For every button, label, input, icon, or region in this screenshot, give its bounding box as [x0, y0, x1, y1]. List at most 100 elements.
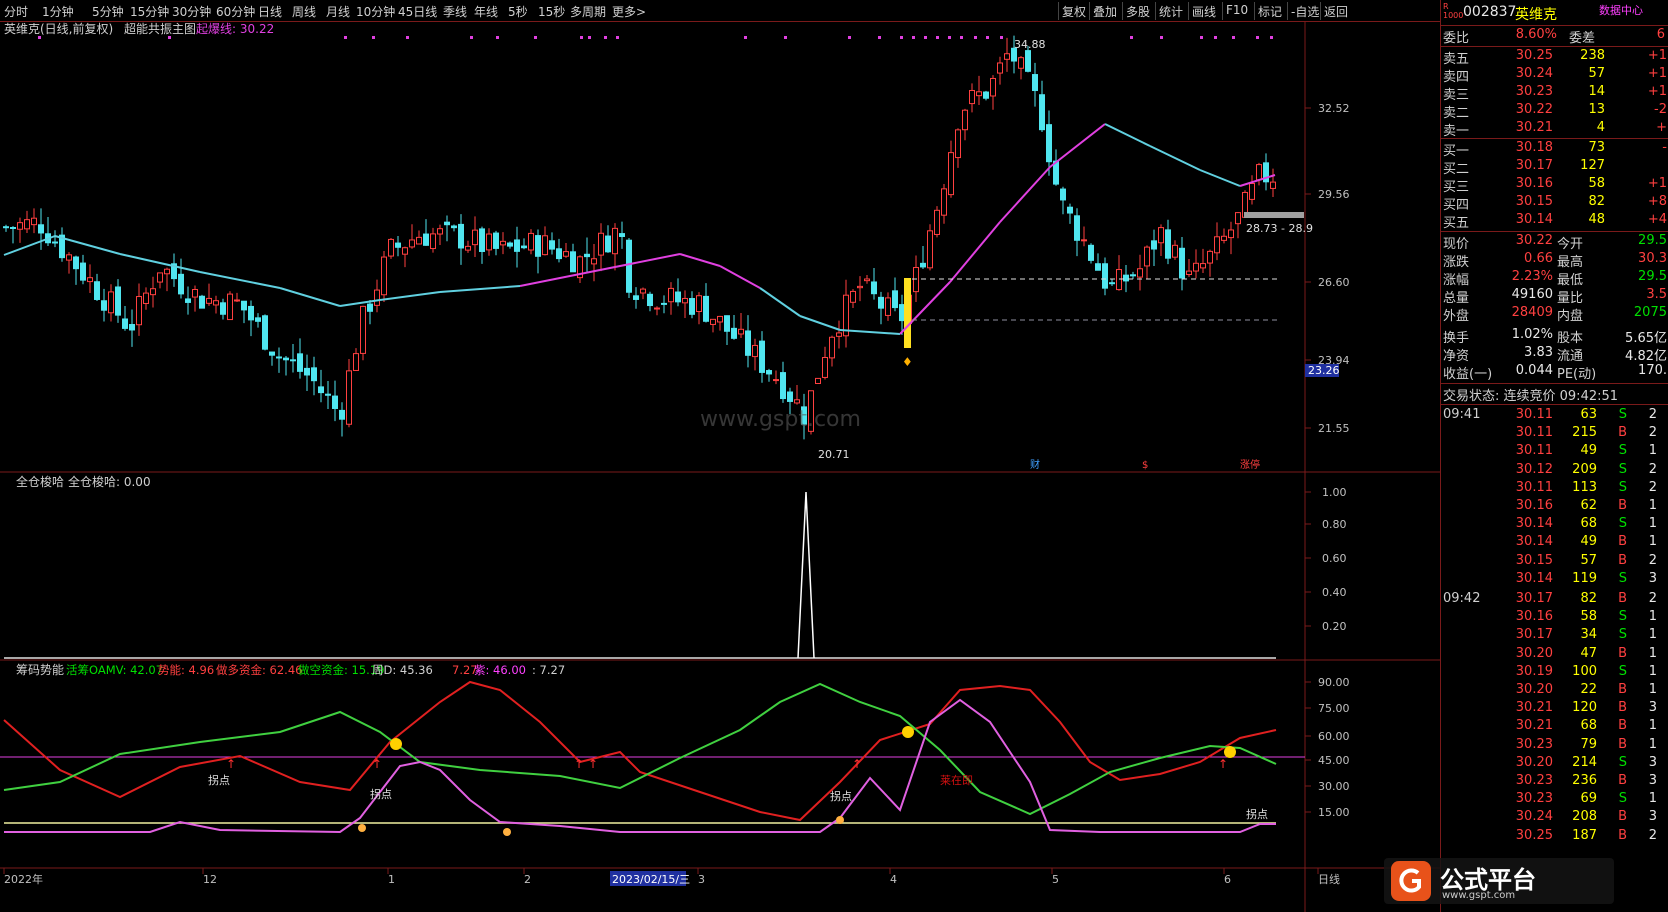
candle-body: [101, 300, 107, 311]
signal-dot: [588, 36, 591, 39]
stat-label: 净资: [1443, 349, 1470, 364]
candle-body: [913, 267, 919, 293]
tick-count: 1: [1648, 609, 1657, 625]
period-tab[interactable]: 10分钟: [356, 3, 395, 20]
candle-body: [1158, 227, 1164, 244]
period-tab[interactable]: 年线: [474, 3, 498, 20]
data-center-link[interactable]: 数据中心: [1599, 2, 1643, 18]
kline-chart[interactable]: 英维克(日线,前复权) 超能共振主图 起爆线: 30.22 32.52 29.56…: [0, 22, 1440, 912]
wei-cha-value: 6: [1656, 27, 1665, 42]
up-arrow-icon: ↑: [1218, 757, 1228, 771]
signal-dot: [1232, 36, 1235, 39]
stat-value: 3.5: [1646, 287, 1667, 302]
candle-body: [451, 225, 457, 229]
candle-body: [962, 109, 968, 131]
candle-body: [787, 391, 793, 402]
bid-label: 买二: [1443, 162, 1470, 177]
period-tab[interactable]: 45日线: [398, 3, 437, 20]
candle-body: [24, 219, 30, 230]
tick-volume: 82: [1580, 591, 1597, 606]
candle-body: [815, 377, 821, 384]
toolbar-separator: [1320, 2, 1321, 20]
toolbar-button[interactable]: 画线: [1192, 3, 1216, 20]
candle-body: [689, 298, 695, 315]
period-tab[interactable]: 5分钟: [92, 3, 124, 20]
candle-body: [80, 262, 86, 281]
candle-body: [696, 295, 702, 313]
candle-body: [150, 288, 156, 296]
period-tab[interactable]: 周线: [292, 3, 316, 20]
wei-bi-row: 委比 8.60% 委差 6: [1441, 27, 1668, 46]
bid-price: 30.15: [1515, 194, 1553, 209]
candle-body: [542, 235, 548, 256]
period-tab[interactable]: 月线: [326, 3, 350, 20]
stat-value: 2075: [1633, 305, 1667, 320]
tick-time: 09:42: [1443, 591, 1481, 606]
period-tab[interactable]: 多周期: [570, 3, 606, 20]
candle-body: [395, 242, 401, 248]
candle-body: [255, 317, 261, 322]
tick-count: 1: [1648, 534, 1657, 550]
period-tab[interactable]: 60分钟: [216, 3, 255, 20]
period-tab[interactable]: 日线: [258, 3, 282, 20]
candle-body: [346, 370, 352, 425]
toolbar-separator: [1287, 2, 1288, 20]
tick-side: B: [1618, 700, 1627, 716]
toolbar-button[interactable]: 标记: [1258, 3, 1282, 20]
toolbar-button[interactable]: 返回: [1324, 3, 1348, 20]
toolbar-button[interactable]: -自选: [1291, 3, 1319, 20]
y-label: 0.60: [1322, 552, 1347, 565]
tick-price: 30.12: [1515, 461, 1553, 477]
period-tab[interactable]: 30分钟: [172, 3, 211, 20]
tick-count: 1: [1648, 736, 1657, 752]
tick-volume: 236: [1572, 773, 1597, 788]
period-tab[interactable]: 15秒: [538, 3, 565, 20]
tick-side: B: [1618, 809, 1627, 825]
candle-body: [423, 233, 429, 246]
toolbar-button[interactable]: 多股: [1126, 3, 1150, 20]
period-tab[interactable]: 1分钟: [42, 3, 74, 20]
signal-dot: [900, 36, 903, 39]
tick-volume: 69: [1580, 791, 1597, 807]
period-tab[interactable]: 5秒: [508, 3, 528, 20]
range-box: [1244, 212, 1304, 218]
tick-side: B: [1618, 591, 1627, 606]
candle-body: [213, 300, 219, 306]
toolbar-button[interactable]: 统计: [1159, 3, 1183, 20]
tick-volume: 57: [1580, 552, 1597, 568]
tick-price: 30.14: [1515, 570, 1553, 586]
candle-body: [990, 77, 996, 97]
bid-row: 买一 30.18 73 -: [1441, 140, 1668, 159]
toolbar-separator: [1058, 2, 1059, 20]
candle-body: [3, 226, 9, 229]
x-label: 6: [1224, 873, 1231, 886]
bid-volume: 48: [1588, 212, 1605, 227]
tick-volume: 208: [1572, 809, 1597, 825]
tick-row: 30.12 209 S 2: [1441, 462, 1668, 481]
tick-row: 09:41 30.11 63 S 2: [1441, 407, 1668, 426]
bid-row: 买五 30.14 48 +4: [1441, 212, 1668, 231]
ask-change: +: [1656, 120, 1667, 135]
candle-body: [318, 386, 324, 394]
candle-body: [983, 91, 989, 99]
wei-bi-label: 委比: [1443, 31, 1470, 46]
tick-row: 30.19 100 S 1: [1441, 664, 1668, 683]
toolbar-button[interactable]: 复权: [1062, 3, 1086, 20]
tick-volume: 62: [1580, 498, 1597, 513]
tick-count: 1: [1648, 663, 1657, 679]
tick-price: 30.14: [1515, 534, 1553, 550]
signal-dot: [1000, 36, 1003, 39]
toolbar-button[interactable]: F10: [1226, 3, 1248, 17]
period-tab[interactable]: 更多>: [612, 3, 646, 20]
ask-change: +1: [1647, 66, 1667, 81]
toolbar-button[interactable]: 叠加: [1093, 3, 1117, 20]
up-arrow-icon: ↑: [372, 757, 382, 771]
signal-dot: [960, 36, 963, 39]
tick-price: 30.17: [1515, 627, 1553, 643]
period-tab[interactable]: 15分钟: [130, 3, 169, 20]
candle-body: [633, 295, 639, 300]
candle-body: [367, 303, 373, 312]
period-tab[interactable]: 季线: [443, 3, 467, 20]
tick-row: 30.23 236 B 3: [1441, 773, 1668, 792]
period-tab[interactable]: 分时: [4, 3, 28, 20]
